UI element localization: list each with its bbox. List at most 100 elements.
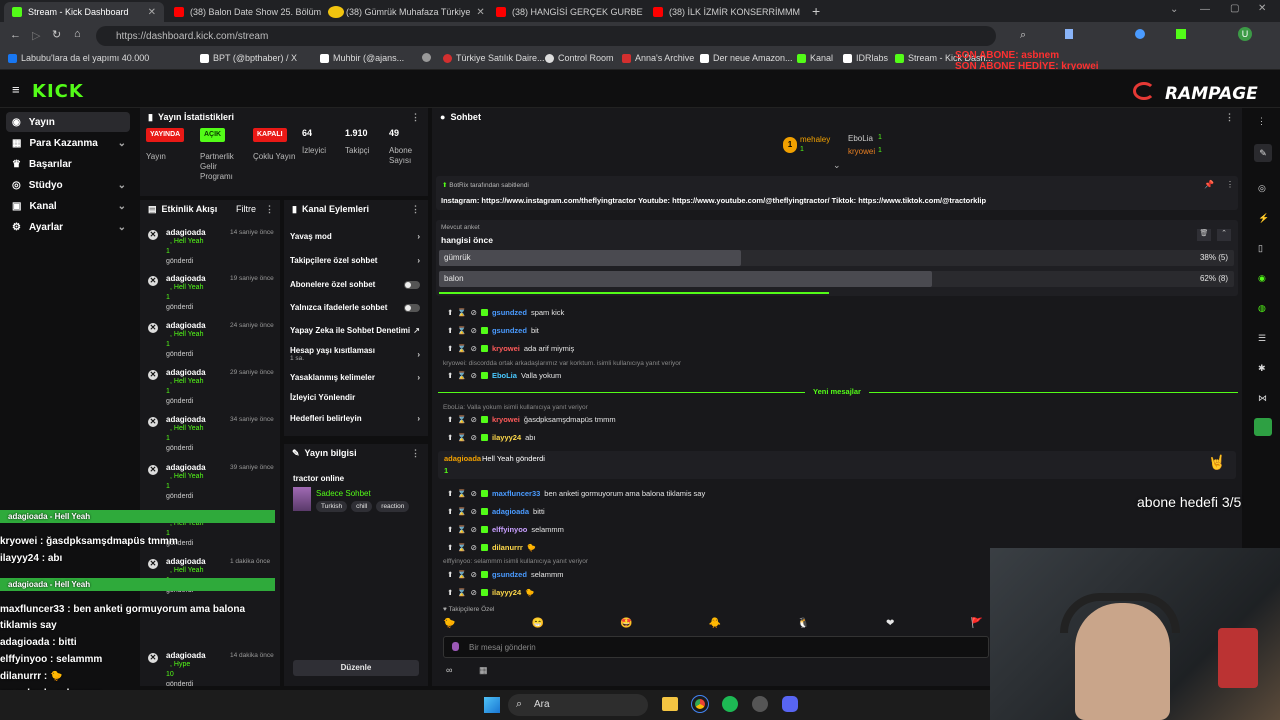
emote-picker-icon[interactable] <box>452 642 459 651</box>
app-icon[interactable] <box>1254 418 1272 436</box>
chat-username[interactable]: adagioada <box>492 507 529 516</box>
quick-emote[interactable]: ❤ <box>886 618 894 629</box>
pin-icon[interactable]: ⬆ <box>447 588 453 597</box>
infinity-icon[interactable]: ∞ <box>446 665 452 675</box>
url-input[interactable]: https://dashboard.kick.com/stream <box>96 26 996 46</box>
tab-youtube-4[interactable]: (38) İLK İZMİR KONSERRİMMM ✕ <box>645 2 803 22</box>
timeout-icon[interactable]: ⌛ <box>457 489 466 498</box>
bookmark-item[interactable]: IDRlabs <box>843 53 888 63</box>
category-link[interactable]: Sadece Sohbet <box>316 489 371 498</box>
bookmark-item[interactable]: Muhbir (@ajans... <box>320 53 404 63</box>
ban-icon[interactable]: ⊘ <box>471 433 477 442</box>
bookmark-item[interactable]: Türkiye Satılık Daire... <box>443 53 545 63</box>
pin-icon[interactable]: ⬆ <box>447 570 453 579</box>
chat-message[interactable]: ⬆ ⌛ ⊘ kryowei ada arif miymiş <box>447 344 574 353</box>
close-icon[interactable]: ✕ <box>148 276 158 286</box>
pin-icon[interactable]: ⬆ <box>447 344 453 353</box>
chat-message[interactable]: ⬆ ⌛ ⊘ dilanurrr 🐤 <box>447 543 536 552</box>
channel-action-item[interactable]: Hedefleri belirleyin › <box>290 414 420 423</box>
activity-item[interactable]: ✕ adagioada, Hype 10 gönderdi 14 dakika önce <box>148 649 276 686</box>
tab-youtube-3[interactable]: (38) HANGİSİ GERÇEK GURBETÇ ✕ <box>488 2 643 22</box>
chrome-icon[interactable] <box>691 695 709 713</box>
tag-chip[interactable]: chill <box>351 501 373 512</box>
extension-icon[interactable] <box>1176 29 1186 39</box>
ban-icon[interactable]: ⊘ <box>471 489 477 498</box>
more-options-icon[interactable]: ⋮ <box>1225 112 1234 123</box>
quick-emote[interactable]: 🤩 <box>620 618 632 629</box>
top-user-name[interactable]: EboLia <box>848 134 873 143</box>
chat-username[interactable]: maxfluncer33 <box>492 489 540 498</box>
pencil-icon[interactable]: ✎ <box>1254 144 1272 162</box>
more-options-icon[interactable]: ⋮ <box>265 204 274 215</box>
timeout-icon[interactable]: ⌛ <box>457 507 466 516</box>
activity-item[interactable]: ✕ adagioada, Hell Yeah 1 gönderdi 29 saniye … <box>148 366 276 412</box>
close-tab-icon[interactable]: ✕ <box>148 7 156 18</box>
ban-icon[interactable]: ⊘ <box>471 588 477 597</box>
activity-item[interactable]: ✕ adagioada, Hell Yeah 1 gönderdi 34 saniye … <box>148 413 276 459</box>
tag-chip[interactable]: Turkish <box>316 501 348 512</box>
grid-icon[interactable]: ▦ <box>479 665 488 676</box>
timeout-icon[interactable]: ⌛ <box>457 525 466 534</box>
timeout-icon[interactable]: ⌛ <box>457 344 466 353</box>
chat-username[interactable]: dilanurrr <box>492 543 523 552</box>
chat-input[interactable]: Bir mesaj gönderin <box>443 636 989 658</box>
maximize-icon[interactable]: ▢ <box>1230 3 1239 14</box>
bookmark-item[interactable] <box>422 53 431 62</box>
sidebar-item-basarilar[interactable]: ♛ Başarılar <box>6 154 130 174</box>
chat-username[interactable]: ilayyy24 <box>492 433 521 442</box>
chat-username[interactable]: gsundzed <box>492 326 527 335</box>
timeout-icon[interactable]: ⌛ <box>457 415 466 424</box>
chat-username[interactable]: elffyinyoo <box>492 525 527 534</box>
file-explorer-icon[interactable] <box>662 697 678 711</box>
top-user-name[interactable]: kryowei <box>848 147 875 156</box>
chat-message[interactable]: ⬆ ⌛ ⊘ elffyinyoo selammm <box>447 525 564 534</box>
more-options-icon[interactable]: ⋮ <box>411 204 420 215</box>
close-window-icon[interactable]: ✕ <box>1258 3 1266 14</box>
sidebar-item-yayin[interactable]: ◉ Yayın <box>6 112 130 132</box>
windows-start-icon[interactable] <box>484 697 500 713</box>
sidebar-item-ayarlar[interactable]: ⚙ Ayarlar ⌄ <box>6 217 130 237</box>
reload-icon[interactable]: ↻ <box>52 28 61 41</box>
chat-username[interactable]: kryowei <box>492 344 520 353</box>
list-icon[interactable]: ☰ <box>1258 333 1266 344</box>
close-icon[interactable]: ✕ <box>148 465 158 475</box>
sidebar-item-studyo[interactable]: ◎ Stüdyo ⌄ <box>6 175 130 195</box>
channel-action-item[interactable]: Abonelere özel sohbet <box>290 280 420 289</box>
quick-emote[interactable]: 🐧 <box>797 618 809 629</box>
menu-icon[interactable]: ≡ <box>12 82 20 97</box>
obs-icon[interactable] <box>752 696 768 712</box>
wrench-icon[interactable]: ✱ <box>1258 363 1266 374</box>
timeout-icon[interactable]: ⌛ <box>457 371 466 380</box>
activity-item[interactable]: ✕ adagioada, Hell Yeah 1 gönderdi 19 saniye … <box>148 272 276 318</box>
filter-button[interactable]: Filtre <box>236 204 256 214</box>
chat-message[interactable]: ⬆ ⌛ ⊘ ilayyy24 🐤 <box>447 588 534 597</box>
top-user-name[interactable]: mehaley <box>800 135 830 144</box>
bookmark-icon[interactable] <box>1065 29 1073 39</box>
chat-message[interactable]: ⬆ ⌛ ⊘ adagioada bitti <box>447 507 545 516</box>
forward-icon[interactable]: ▷ <box>32 29 40 42</box>
chat-bubble-icon[interactable]: ◉ <box>1258 273 1266 284</box>
channel-action-item[interactable]: Yapay Zeka ile Sohbet Denetimi ↗ <box>290 326 420 335</box>
tab-youtube-2[interactable]: (38) Gümrük Muhafaza Türkiye ✕ <box>322 2 487 22</box>
gift-user[interactable]: adagioada <box>444 454 481 463</box>
bookmark-item[interactable]: Control Room <box>545 53 614 63</box>
pin-icon[interactable]: ⬆ <box>447 433 453 442</box>
minimize-window-icon[interactable]: — <box>1200 4 1210 15</box>
timeout-icon[interactable]: ⌛ <box>457 588 466 597</box>
bookmark-item[interactable]: Anna's Archive <box>622 53 694 63</box>
ban-icon[interactable]: ⊘ <box>471 326 477 335</box>
ban-icon[interactable]: ⊘ <box>471 543 477 552</box>
more-options-icon[interactable]: ⋮ <box>1257 116 1266 127</box>
chat-username[interactable]: gsundzed <box>492 308 527 317</box>
chat-message[interactable]: ⬆ ⌛ ⊘ gsundzed bit <box>447 326 539 335</box>
sidebar-item-para-kazanma[interactable]: ▦ Para Kazanma ⌄ <box>6 133 130 153</box>
pin-icon[interactable]: ⬆ <box>447 525 453 534</box>
pin-icon[interactable]: ⬆ <box>447 326 453 335</box>
ban-icon[interactable]: ⊘ <box>471 570 477 579</box>
chat-message[interactable]: ⬆ ⌛ ⊘ EboLia Valla yokum <box>447 371 561 380</box>
lightning-icon[interactable]: ⚡ <box>1258 213 1269 224</box>
chat-message[interactable]: ⬆ ⌛ ⊘ ilayyy24 abı <box>447 433 536 442</box>
ban-icon[interactable]: ⊘ <box>471 415 477 424</box>
pin-icon[interactable]: ⬆ <box>447 507 453 516</box>
close-icon[interactable]: ✕ <box>148 230 158 240</box>
